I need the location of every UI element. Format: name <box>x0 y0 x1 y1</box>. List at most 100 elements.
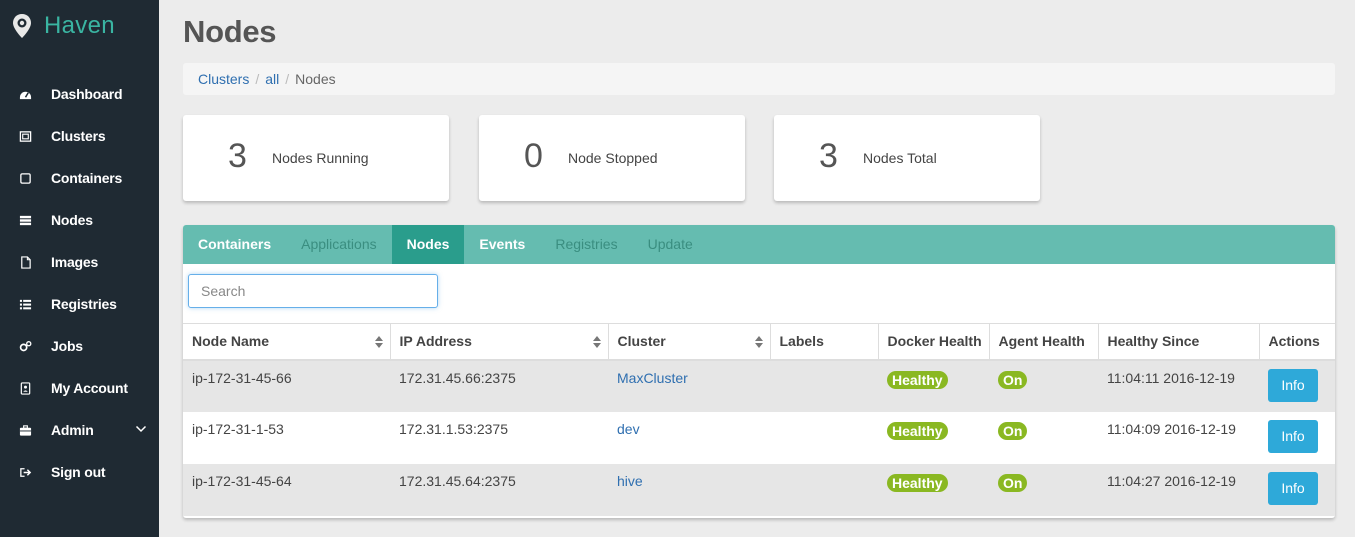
cluster-link[interactable]: dev <box>617 421 640 437</box>
cell-cluster: MaxCluster <box>608 359 770 412</box>
cluster-link[interactable]: hive <box>617 473 643 489</box>
agent-health-badge: On <box>998 421 1028 440</box>
cell-cluster: hive <box>608 463 770 516</box>
cell-healthy-since: 11:04:11 2016-12-19 <box>1098 359 1259 412</box>
stat-label: Nodes Running <box>272 150 369 166</box>
sidebar-item-jobs[interactable]: Jobs <box>0 325 159 367</box>
sidebar-item-label: Jobs <box>51 338 83 354</box>
tab-containers[interactable]: Containers <box>183 225 286 264</box>
stat-card-node-stopped: 0 Node Stopped <box>479 115 745 201</box>
tab-nodes[interactable]: Nodes <box>391 225 465 264</box>
sidebar-item-label: My Account <box>51 380 128 396</box>
cell-actions: Info <box>1259 412 1335 464</box>
sort-icon[interactable] <box>374 336 383 348</box>
sidebar-item-label: Dashboard <box>51 86 123 102</box>
images-icon <box>18 255 32 269</box>
sidebar-item-containers[interactable]: Containers <box>0 157 159 199</box>
sidebar-item-my-account[interactable]: My Account <box>0 367 159 409</box>
cell-labels <box>770 412 878 464</box>
cell-agent-health: On <box>989 412 1098 464</box>
cell-agent-health: On <box>989 463 1098 516</box>
column-header-label: Node Name <box>192 333 270 350</box>
docker-health-badge: Healthy <box>887 370 948 389</box>
docker-health-badge: Healthy <box>887 473 948 492</box>
chevron-down-icon[interactable] <box>135 424 147 434</box>
tab-events[interactable]: Events <box>464 225 540 264</box>
breadcrumb-separator: / <box>285 71 290 87</box>
cell-node-name: ip-172-31-1-53 <box>192 420 284 437</box>
sidebar-item-label: Containers <box>51 170 123 186</box>
column-header-label: IP Address <box>399 333 472 350</box>
tab-registries[interactable]: Registries <box>540 225 632 264</box>
breadcrumb-link-all[interactable]: all <box>265 71 279 87</box>
stat-label: Nodes Total <box>863 150 937 166</box>
sidebar-item-nodes[interactable]: Nodes <box>0 199 159 241</box>
cluster-link[interactable]: MaxCluster <box>617 370 688 386</box>
tab-applications[interactable]: Applications <box>286 225 392 264</box>
cell-docker-health: Healthy <box>878 463 989 516</box>
cell-ip-address: 172.31.45.64:2375 <box>390 463 608 516</box>
sidebar-item-label: Admin <box>51 422 94 438</box>
stat-card-nodes-total: 3 Nodes Total <box>774 115 1040 201</box>
cell-cluster: dev <box>608 412 770 464</box>
column-header-agent-health: Agent Health <box>989 323 1099 361</box>
cell-node-name: ip-172-31-45-66 <box>183 359 390 412</box>
sidebar-item-sign-out[interactable]: Sign out <box>0 451 159 493</box>
breadcrumb-current: Nodes <box>295 71 336 87</box>
info-button[interactable]: Info <box>1268 471 1318 505</box>
cell-healthy-since: 11:04:09 2016-12-19 <box>1107 420 1236 437</box>
cell-actions: Info <box>1259 463 1335 516</box>
table-row: ip-172-31-45-66 172.31.45.66:2375 MaxClu… <box>183 359 1335 412</box>
cell-docker-health: Healthy <box>878 412 989 464</box>
table-row: ip-172-31-45-64 172.31.45.64:2375 hive H… <box>183 463 1335 516</box>
nodes-panel: Containers Applications Nodes Events Reg… <box>183 225 1335 518</box>
registries-icon <box>18 297 32 311</box>
column-header-cluster[interactable]: Cluster <box>608 323 771 361</box>
stat-card-nodes-running: 3 Nodes Running <box>183 115 449 201</box>
clusters-icon <box>18 129 32 143</box>
search-input[interactable] <box>188 274 438 308</box>
sidebar-item-clusters[interactable]: Clusters <box>0 115 159 157</box>
sidebar-item-registries[interactable]: Registries <box>0 283 159 325</box>
sign-out-icon <box>18 465 32 479</box>
jobs-icon <box>18 339 32 353</box>
sidebar-item-admin[interactable]: Admin <box>0 409 159 451</box>
cell-ip-address: 172.31.45.66:2375 <box>390 359 608 412</box>
sidebar-item-dashboard[interactable]: Dashboard <box>0 73 159 115</box>
cell-labels <box>770 359 878 412</box>
column-header-node-name[interactable]: Node Name <box>183 323 391 361</box>
sidebar-nav: Dashboard Clusters Containers Nodes Imag… <box>0 73 159 493</box>
cell-healthy-since: 11:04:27 2016-12-19 <box>1098 463 1259 516</box>
info-button[interactable]: Info <box>1268 419 1318 453</box>
breadcrumb-link-clusters[interactable]: Clusters <box>198 71 249 87</box>
table-row: ip-172-31-1-53 172.31.1.53:2375 dev Heal… <box>183 412 1335 464</box>
cell-actions: Info <box>1259 359 1335 412</box>
agent-health-badge: On <box>998 473 1028 492</box>
column-header-actions: Actions <box>1259 323 1335 361</box>
app-name: Haven <box>44 12 115 39</box>
column-header-healthy-since: Healthy Since <box>1098 323 1260 361</box>
table-header-row: Node Name IP Address Cluster Labels Dock… <box>183 323 1335 361</box>
sidebar-item-label: Sign out <box>51 464 106 480</box>
tab-bar: Containers Applications Nodes Events Reg… <box>183 225 1335 264</box>
containers-icon <box>18 171 32 185</box>
breadcrumb: Clusters / all / Nodes <box>183 63 1335 95</box>
map-pin-logo-icon <box>13 14 31 38</box>
cell-docker-health: Healthy <box>878 359 989 412</box>
cell-ip-address: 172.31.1.53:2375 <box>399 420 508 437</box>
breadcrumb-separator: / <box>255 71 260 87</box>
brand[interactable]: Haven <box>12 12 115 40</box>
sort-icon[interactable] <box>754 336 763 348</box>
info-button[interactable]: Info <box>1268 368 1318 402</box>
tab-update[interactable]: Update <box>633 225 708 264</box>
column-header-label: Cluster <box>617 333 666 350</box>
account-icon <box>18 381 32 395</box>
column-header-ip-address[interactable]: IP Address <box>390 323 609 361</box>
sort-icon[interactable] <box>592 336 601 348</box>
sidebar-item-label: Clusters <box>51 128 106 144</box>
sidebar-item-label: Registries <box>51 296 117 312</box>
stat-value: 0 <box>524 137 543 175</box>
column-header-labels: Labels <box>770 323 879 361</box>
sidebar-item-images[interactable]: Images <box>0 241 159 283</box>
cell-agent-health: On <box>989 359 1098 412</box>
